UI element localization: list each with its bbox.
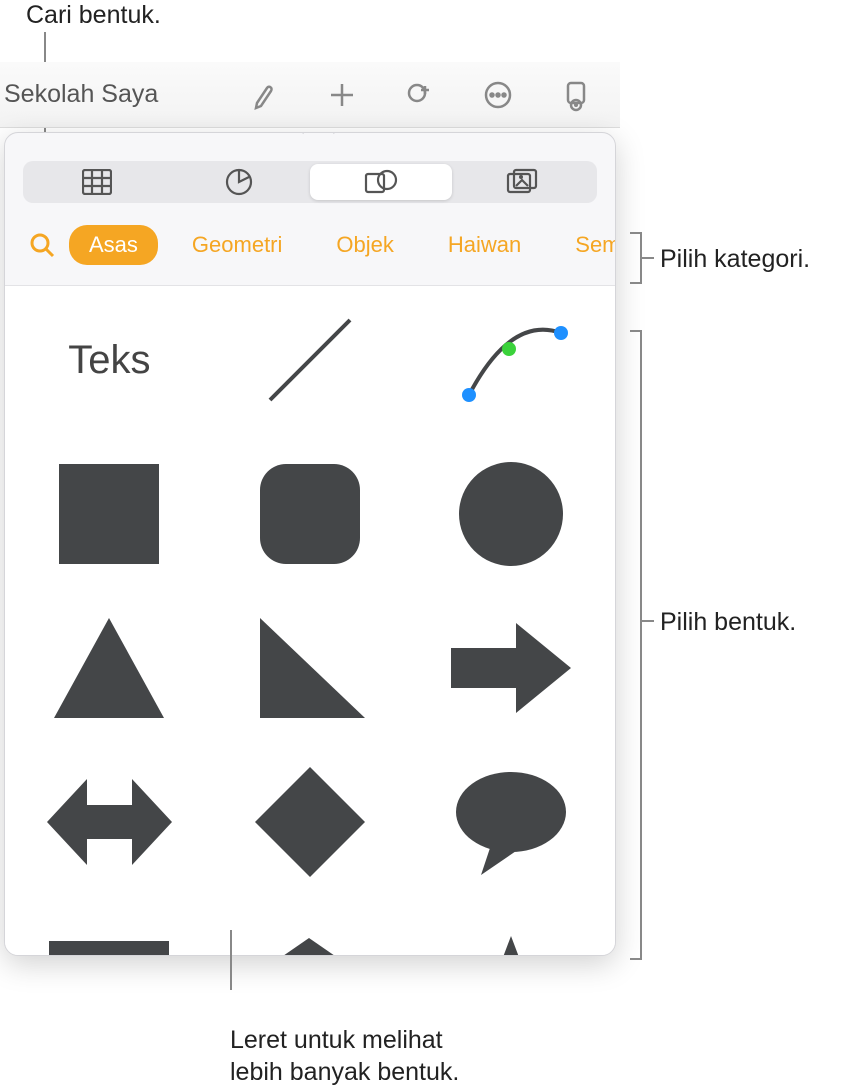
callout-swipe: Leret untuk melihat lebih banyak bentuk.	[230, 994, 459, 1088]
category-haiwan[interactable]: Haiwan	[428, 225, 541, 265]
shape-arrow-right[interactable]	[434, 608, 587, 728]
more-icon[interactable]	[478, 75, 518, 115]
shape-rounded-square[interactable]	[234, 454, 387, 574]
shape-triangle[interactable]	[33, 608, 186, 728]
category-semua[interactable]: Sem	[555, 225, 615, 265]
shape-circle[interactable]	[434, 454, 587, 574]
collaborate-icon[interactable]	[400, 75, 440, 115]
insert-plus-icon[interactable]	[322, 75, 362, 115]
shape-curve[interactable]	[434, 300, 587, 420]
shape-text[interactable]: Teks	[33, 300, 186, 420]
shapes-scroll-area[interactable]: Teks	[5, 285, 615, 955]
bracket-shapes	[628, 330, 642, 960]
document-icon[interactable]	[556, 75, 596, 115]
category-asas[interactable]: Asas	[69, 225, 158, 265]
segment-table[interactable]	[26, 164, 168, 200]
shape-text-label: Teks	[68, 338, 150, 383]
callout-shape-text: Pilih bentuk.	[660, 608, 796, 636]
shape-square[interactable]	[33, 454, 186, 574]
shape-star[interactable]	[434, 916, 587, 955]
callout-search-text: Cari bentuk.	[26, 1, 161, 29]
insert-type-segmented	[23, 161, 597, 203]
search-icon[interactable]	[29, 228, 55, 262]
callout-swipe-text: Leret untuk melihat lebih banyak bentuk.	[230, 1026, 459, 1085]
document-title: Sekolah Saya	[0, 80, 180, 109]
shape-right-triangle[interactable]	[234, 608, 387, 728]
callout-search: Cari bentuk.	[26, 0, 161, 31]
segment-chart[interactable]	[168, 164, 310, 200]
segment-media[interactable]	[452, 164, 594, 200]
toolbar-icons	[180, 75, 620, 115]
toolbar: Sekolah Saya	[0, 62, 620, 128]
segment-shape[interactable]	[310, 164, 452, 200]
bracket-category-stem	[642, 257, 654, 259]
bracket-category	[628, 232, 642, 284]
shape-diamond[interactable]	[234, 762, 387, 882]
callout-swipe-line	[230, 930, 232, 990]
shape-speech-bubble[interactable]	[434, 762, 587, 882]
insert-popover: Asas Geometri Objek Haiwan Sem Teks	[4, 132, 616, 956]
shape-line[interactable]	[234, 300, 387, 420]
shape-grid: Teks	[33, 300, 587, 955]
shape-arrow-double[interactable]	[33, 762, 186, 882]
category-objek[interactable]: Objek	[316, 225, 413, 265]
category-row: Asas Geometri Objek Haiwan Sem	[5, 225, 615, 265]
shape-pentagon[interactable]	[234, 916, 387, 955]
bracket-shapes-stem	[642, 620, 654, 622]
format-brush-icon[interactable]	[244, 75, 284, 115]
shape-callout-rect[interactable]	[33, 916, 186, 955]
callout-category: Pilih kategori.	[660, 244, 810, 275]
category-geometri[interactable]: Geometri	[172, 225, 302, 265]
callout-category-text: Pilih kategori.	[660, 245, 810, 273]
callout-shape: Pilih bentuk.	[660, 607, 796, 638]
